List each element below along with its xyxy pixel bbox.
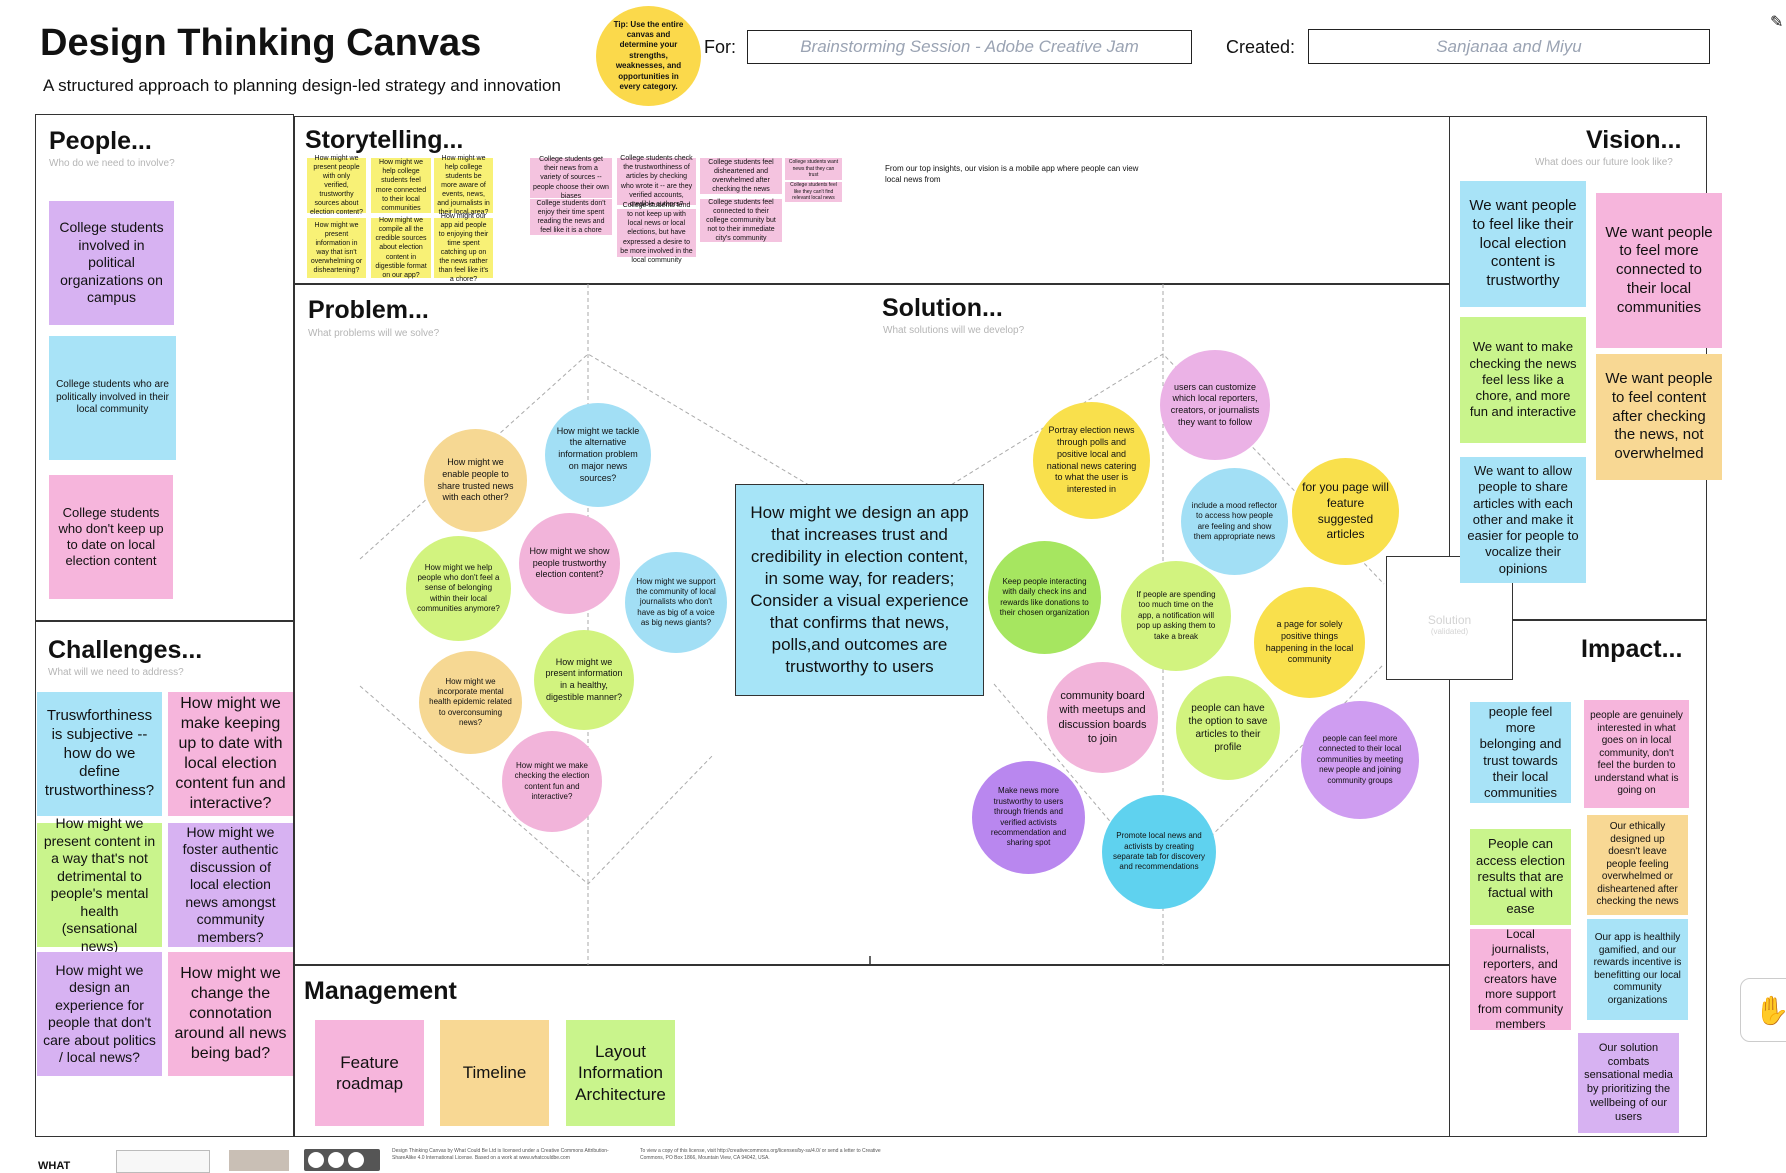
- created-field[interactable]: Sanjanaa and Miyu: [1308, 29, 1710, 64]
- story-pink-note[interactable]: College students want news that they can…: [785, 158, 842, 180]
- center-question-note[interactable]: How might we design an app that increase…: [735, 484, 984, 696]
- challenge-note-6[interactable]: How might we change the connotation arou…: [168, 952, 293, 1076]
- story-pink-note[interactable]: College students get their news from a v…: [530, 156, 612, 200]
- solution-circle[interactable]: users can customize which local reporter…: [1160, 350, 1270, 460]
- vision-note-5[interactable]: We want to allow people to share article…: [1460, 457, 1586, 583]
- management-note-2[interactable]: Timeline: [440, 1020, 549, 1126]
- challenge-note-2[interactable]: How might we make keeping up to date wit…: [168, 692, 293, 816]
- management-note-3[interactable]: Layout Information Architecture: [566, 1020, 675, 1126]
- impact-note-2[interactable]: people are genuinely interested in what …: [1584, 700, 1689, 808]
- problem-hint: What problems will we solve?: [308, 328, 440, 339]
- solution-circle[interactable]: people can have the option to save artic…: [1176, 676, 1280, 780]
- story-pink-note[interactable]: College students don't enjoy their time …: [530, 199, 612, 235]
- solution-circle[interactable]: Portray election news through polls and …: [1033, 402, 1150, 519]
- impact-note-5[interactable]: Local journalists, reporters, and creato…: [1470, 927, 1571, 1031]
- footer-logo: WHAT: [38, 1160, 71, 1172]
- storytelling-title: Storytelling...: [305, 126, 464, 154]
- story-vision-text[interactable]: From our top insights, our vision is a m…: [885, 163, 1145, 185]
- people-hint: Who do we need to involve?: [49, 158, 175, 169]
- solution-circle[interactable]: for you page will feature suggested arti…: [1292, 458, 1399, 565]
- created-label: Created:: [1226, 37, 1296, 57]
- challenges-hint: What will we need to address?: [48, 667, 184, 678]
- story-pink-note[interactable]: College students feel connected to their…: [700, 199, 782, 242]
- management-note-1[interactable]: Feature roadmap: [315, 1020, 424, 1126]
- page-subtitle: A structured approach to planning design…: [43, 76, 561, 95]
- vision-note-3[interactable]: We want to make checking the news feel l…: [1460, 317, 1586, 443]
- vision-note-4[interactable]: We want people to feel content after che…: [1596, 354, 1722, 480]
- solution-circle[interactable]: Keep people interacting with daily check…: [988, 541, 1101, 654]
- cc-license-icon: [304, 1149, 380, 1171]
- problem-circle[interactable]: How might we help people who don't feel …: [406, 536, 511, 641]
- story-pink-note[interactable]: College students feel like they can't fi…: [785, 182, 842, 202]
- story-yellow-note[interactable]: How might our app aid people to enjoying…: [434, 213, 493, 283]
- challenge-note-5[interactable]: How might we design an experience for pe…: [37, 952, 162, 1076]
- for-label: For:: [704, 37, 737, 57]
- solution-circle[interactable]: a page for solely positive things happen…: [1254, 587, 1365, 698]
- impact-note-3[interactable]: People can access election results that …: [1470, 829, 1571, 925]
- tip-note[interactable]: Tip: Use the entire canvas and determine…: [596, 6, 701, 106]
- impact-title: Impact...: [1581, 635, 1683, 663]
- problem-circle[interactable]: How might we support the community of lo…: [625, 552, 727, 653]
- solution-circle[interactable]: include a mood reflector to access how p…: [1181, 468, 1288, 575]
- story-pink-note[interactable]: College students check the trustworthine…: [617, 155, 696, 208]
- page-title: Design Thinking Canvas: [40, 22, 482, 64]
- vision-note-1[interactable]: We want people to feel like their local …: [1460, 181, 1586, 307]
- problem-circle[interactable]: How might we enable people to share trus…: [424, 429, 527, 532]
- story-yellow-note[interactable]: How might we present people with only ve…: [307, 155, 366, 216]
- people-note-3[interactable]: College students who don't keep up to da…: [49, 475, 173, 599]
- vision-hint: What does our future look like?: [1535, 157, 1673, 168]
- story-yellow-note[interactable]: How might we help college students be mo…: [434, 155, 493, 216]
- impact-note-4[interactable]: Our ethically designed up doesn't leave …: [1587, 815, 1688, 915]
- impact-note-7[interactable]: Our solution combats sensational media b…: [1578, 1033, 1679, 1133]
- footer-thumbnail: [116, 1150, 210, 1173]
- vision-title: Vision...: [1586, 126, 1682, 154]
- solution-circle[interactable]: Make news more trustworthy to users thro…: [972, 761, 1085, 874]
- solution-circle[interactable]: If people are spending too much time on …: [1121, 561, 1231, 671]
- story-yellow-note[interactable]: How might we present information in way …: [307, 218, 366, 278]
- problem-circle[interactable]: How might we show people trustworthy ele…: [519, 513, 620, 614]
- story-yellow-note[interactable]: How might we help college students feel …: [371, 158, 431, 213]
- hand-tool-icon[interactable]: ✋: [1740, 978, 1786, 1042]
- problem-circle[interactable]: How might we incorporate mental health e…: [419, 651, 522, 754]
- footer-license-text-2: To view a copy of this license, visit ht…: [640, 1148, 881, 1161]
- challenge-note-1[interactable]: Truswforthiness is subjective -- how do …: [37, 692, 162, 816]
- solution-circle[interactable]: community board with meetups and discuss…: [1047, 662, 1158, 773]
- solution-hint: What solutions will we develop?: [883, 325, 1025, 336]
- challenge-note-4[interactable]: How might we foster authentic discussion…: [168, 823, 293, 947]
- story-yellow-note[interactable]: How might we compile all the credible so…: [371, 217, 431, 279]
- story-pink-note[interactable]: College students feel disheartened and o…: [700, 158, 782, 194]
- vision-note-2[interactable]: We want people to feel more connected to…: [1596, 193, 1722, 348]
- impact-note-1[interactable]: people feel more belonging and trust tow…: [1470, 702, 1571, 803]
- footer-photo: [229, 1150, 289, 1171]
- people-title: People...: [49, 127, 152, 155]
- problem-circle[interactable]: How might we tackle the alternative info…: [545, 403, 651, 507]
- people-note-1[interactable]: College students involved in political o…: [49, 201, 174, 325]
- solution-circle[interactable]: Promote local news and activists by crea…: [1102, 795, 1216, 909]
- problem-circle[interactable]: How might we make checking the election …: [502, 731, 602, 832]
- challenges-title: Challenges...: [48, 636, 203, 664]
- problem-title: Problem...: [308, 296, 429, 324]
- solution-circle[interactable]: people can feel more connected to their …: [1301, 701, 1419, 819]
- impact-note-6[interactable]: Our app is healthily gamified, and our r…: [1587, 919, 1688, 1020]
- solution-title: Solution...: [882, 294, 1003, 322]
- footer-license-text: Design Thinking Canvas by What Could Be …: [392, 1148, 609, 1161]
- management-title: Management: [304, 977, 457, 1005]
- problem-circle[interactable]: How might we present information in a he…: [534, 630, 634, 730]
- people-note-2[interactable]: College students who are politically inv…: [49, 336, 176, 460]
- tool-icon[interactable]: ✎: [1770, 12, 1783, 32]
- for-field[interactable]: Brainstorming Session - Adobe Creative J…: [747, 30, 1192, 64]
- story-pink-note[interactable]: College students tend to not keep up wit…: [617, 202, 696, 264]
- challenge-note-3[interactable]: How might we present content in a way th…: [37, 815, 162, 954]
